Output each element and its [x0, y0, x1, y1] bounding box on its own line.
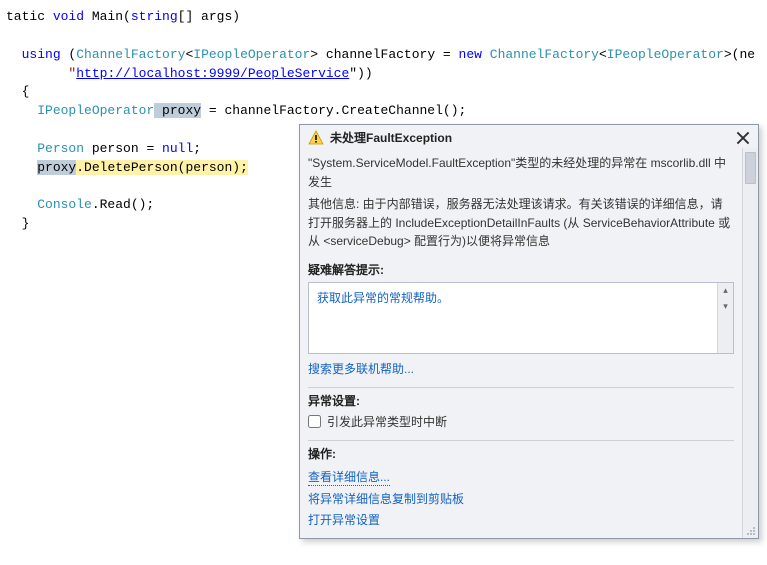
- brace: {: [22, 84, 30, 99]
- popup-title: 未处理FaultException: [330, 129, 730, 146]
- tips-label: 疑难解答提示:: [308, 261, 734, 278]
- resize-grip[interactable]: [744, 524, 756, 536]
- current-statement: proxy.DeletePerson(person);: [37, 160, 248, 175]
- scrollbar-thumb[interactable]: [745, 152, 756, 184]
- code-line: Console.Read();: [37, 197, 154, 212]
- code-line: IPeopleOperator proxy = channelFactory.C…: [37, 103, 466, 118]
- popup-titlebar[interactable]: 未处理FaultException: [300, 125, 758, 148]
- exception-popup: 未处理FaultException "System.ServiceModel.F…: [299, 124, 759, 539]
- exception-description-1: "System.ServiceModel.FaultException"类型的未…: [308, 154, 734, 191]
- actions-label: 操作:: [308, 445, 734, 462]
- close-icon[interactable]: [736, 131, 750, 145]
- break-on-exception-checkbox[interactable]: [308, 415, 321, 428]
- scroll-up-icon[interactable]: ▴: [718, 283, 733, 299]
- code-line: using (ChannelFactory<IPeopleOperator> c…: [22, 47, 755, 62]
- exception-settings-label: 异常设置:: [308, 392, 734, 409]
- search-online-help-link[interactable]: 搜索更多联机帮助...: [308, 360, 734, 377]
- scroll-down-icon[interactable]: ▾: [718, 299, 733, 315]
- break-on-exception-row[interactable]: 引发此异常类型时中断: [308, 413, 734, 430]
- divider: [308, 387, 734, 388]
- tips-box: 获取此异常的常规帮助。 ▴ ▾: [308, 282, 734, 354]
- exception-description-2: 其他信息: 由于内部错误，服务器无法处理该请求。有关该错误的详细信息，请打开服务…: [308, 195, 734, 251]
- tips-scrollbar[interactable]: ▴ ▾: [717, 283, 733, 353]
- copy-exception-link[interactable]: 将异常详细信息复制到剪贴板: [308, 490, 734, 507]
- code-text: ")): [349, 66, 372, 81]
- popup-scrollbar[interactable]: [742, 148, 758, 538]
- divider: [308, 440, 734, 441]
- warning-icon: [308, 130, 324, 146]
- brace: }: [22, 216, 30, 231]
- service-url-link[interactable]: http://localhost:9999/PeopleService: [76, 66, 349, 81]
- url-string: "http://localhost:9999/PeopleService: [68, 66, 349, 81]
- tip-help-link[interactable]: 获取此异常的常规帮助。: [317, 289, 725, 306]
- view-details-link[interactable]: 查看详细信息...: [308, 468, 390, 486]
- open-exception-settings-link[interactable]: 打开异常设置: [308, 511, 734, 528]
- break-on-exception-label: 引发此异常类型时中断: [327, 413, 447, 430]
- code-line: Person person = null;: [37, 141, 201, 156]
- code-line: tatic void Main(string[] args): [6, 9, 240, 24]
